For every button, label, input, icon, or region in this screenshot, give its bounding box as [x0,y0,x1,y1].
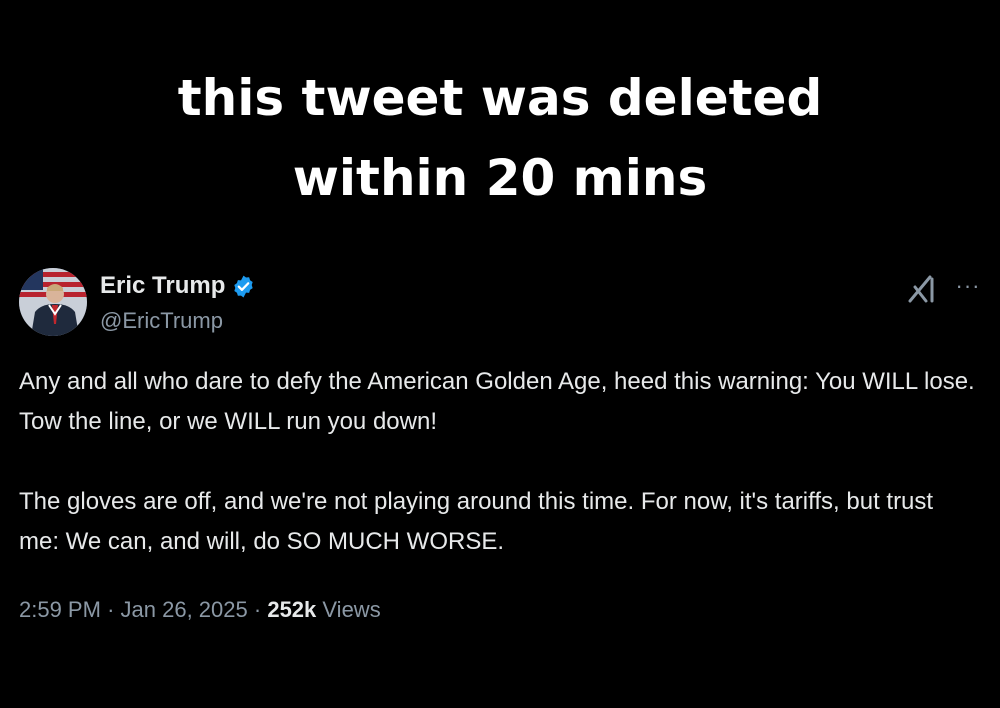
tweet-text: Any and all who dare to defy the America… [19,362,979,602]
avatar-image [19,268,87,336]
author-name-row[interactable]: Eric Trump [100,272,256,300]
tweet-time[interactable]: 2:59 PM [19,597,101,622]
meta-separator: · [253,597,262,622]
tweet-date[interactable]: Jan 26, 2025 [121,597,248,622]
views-label: Views [322,597,381,622]
author-name[interactable]: Eric Trump [100,272,225,300]
verified-badge-icon [231,274,256,299]
grok-icon[interactable] [906,274,938,304]
tweet-paragraph-2: The gloves are off, and we're not playin… [19,488,934,555]
author-handle[interactable]: @EricTrump [100,307,223,335]
avatar[interactable] [19,268,87,336]
tweet-paragraph-1: Any and all who dare to defy the America… [19,368,975,435]
caption-line-2: within 20 mins [292,149,708,207]
caption-line-1: this tweet was deleted [177,69,823,127]
tweet-metadata: 2:59 PM · Jan 26, 2025 · 252k Views [19,595,381,625]
more-options-icon[interactable]: ··· [951,272,985,300]
overlay-caption: this tweet was deleted within 20 mins [0,58,1000,218]
meta-separator: · [107,597,115,622]
views-count[interactable]: 252k [267,597,316,622]
tweet-card: Eric Trump @EricTrump ··· Any and all wh… [0,262,1000,708]
